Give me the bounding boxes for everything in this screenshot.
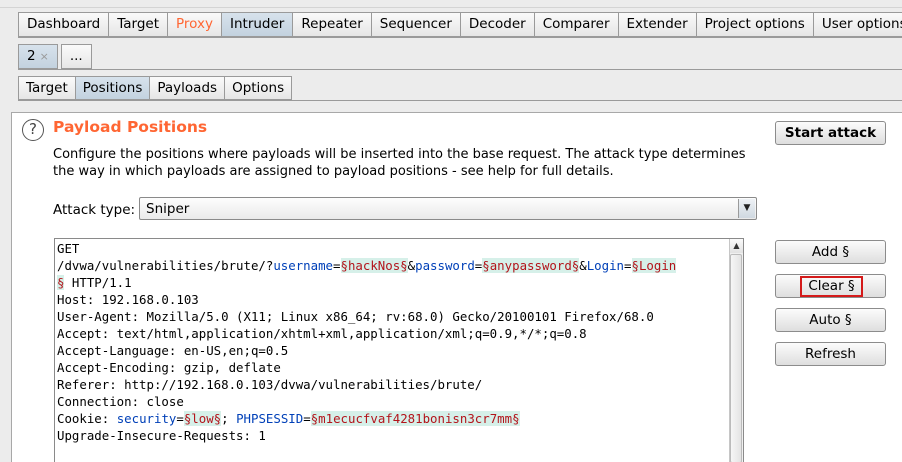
param-login-key: Login: [586, 258, 625, 273]
scroll-up-icon[interactable]: ▲: [729, 239, 743, 253]
intruder-pane-tabs: Target Positions Payloads Options: [18, 76, 293, 100]
pane-tab-divider: [18, 100, 902, 101]
main-tab-divider: [18, 37, 902, 38]
main-tab-bar: Dashboard Target Proxy Intruder Repeater…: [18, 12, 902, 37]
payload-positions-panel: ? Payload Positions Configure the positi…: [11, 112, 902, 462]
attack-tab-divider: [18, 69, 902, 70]
param-password-key: password: [415, 258, 475, 273]
tab-target[interactable]: Target: [108, 12, 169, 37]
payload-marker-session: §m1ecucfvaf4281bonisn3cr7mm§: [310, 411, 520, 426]
add-marker-button[interactable]: Add §: [775, 240, 886, 264]
payload-marker-password: §anypassword§: [482, 258, 580, 273]
header-connection: Connection: close: [57, 394, 184, 409]
tab-proxy-label: Proxy: [176, 16, 213, 32]
attack-type-value: Sniper: [146, 201, 190, 217]
payload-marker-login: §Login: [631, 258, 677, 273]
request-method: GET: [57, 241, 80, 256]
refresh-button[interactable]: Refresh: [775, 342, 886, 366]
header-cookie: Cookie:: [57, 411, 117, 426]
chevron-down-icon[interactable]: ▼: [738, 199, 755, 218]
close-icon[interactable]: ×: [40, 50, 49, 63]
attack-tab-label: 2: [27, 48, 36, 64]
tab-sequencer[interactable]: Sequencer: [370, 12, 461, 37]
tab-proxy[interactable]: Proxy: [167, 12, 222, 37]
tab-decoder[interactable]: Decoder: [459, 12, 535, 37]
payload-marker-security: §low§: [183, 411, 222, 426]
tab-comparer[interactable]: Comparer: [533, 12, 619, 37]
start-attack-button[interactable]: Start attack: [775, 121, 886, 145]
tab-intruder[interactable]: Intruder: [221, 12, 294, 37]
request-text[interactable]: GET /dvwa/vulnerabilities/brute/?usernam…: [57, 240, 729, 444]
clear-markers-button[interactable]: Clear §: [775, 274, 886, 298]
tab-extender[interactable]: Extender: [617, 12, 697, 37]
request-editor[interactable]: GET /dvwa/vulnerabilities/brute/?usernam…: [54, 238, 744, 462]
clear-markers-highlight: Clear §: [800, 276, 863, 297]
header-accept-encoding: Accept-Encoding: gzip, deflate: [57, 360, 281, 375]
editor-scroll-thumb[interactable]: [730, 254, 742, 462]
attack-type-label: Attack type:: [53, 202, 136, 218]
header-accept-language: Accept-Language: en-US,en;q=0.5: [57, 343, 289, 358]
param-username-key: username: [273, 258, 334, 273]
header-accept: Accept: text/html,application/xhtml+xml,…: [57, 326, 587, 341]
tab-user-options[interactable]: User options: [812, 12, 902, 37]
attack-tab-2[interactable]: 2 ×: [18, 44, 58, 69]
help-icon[interactable]: ?: [22, 119, 44, 141]
panel-description: Configure the positions where payloads w…: [53, 147, 746, 179]
pane-tab-options[interactable]: Options: [224, 76, 293, 100]
attack-tab-bar: 2 × ...: [18, 44, 95, 69]
request-path: /dvwa/vulnerabilities/brute/?: [57, 258, 274, 273]
panel-title: Payload Positions: [53, 118, 208, 136]
header-host: Host: 192.168.0.103: [57, 292, 199, 307]
request-protocol: HTTP/1.1: [64, 275, 132, 290]
cookie-security-key: security: [116, 411, 177, 426]
tab-repeater[interactable]: Repeater: [292, 12, 372, 37]
pane-tab-payloads[interactable]: Payloads: [149, 76, 226, 100]
window-top-strip: [0, 0, 902, 8]
pane-tab-positions[interactable]: Positions: [74, 76, 151, 100]
new-attack-tab-button[interactable]: ...: [60, 44, 92, 69]
header-referer: Referer: http://192.168.0.103/dvwa/vulne…: [57, 377, 483, 392]
auto-markers-button[interactable]: Auto §: [775, 308, 886, 332]
tab-dashboard[interactable]: Dashboard: [18, 12, 110, 37]
cookie-session-key: PHPSESSID: [236, 411, 304, 426]
attack-type-select[interactable]: Sniper ▼: [139, 197, 757, 220]
tab-project-options[interactable]: Project options: [695, 12, 814, 37]
header-upgrade-insecure: Upgrade-Insecure-Requests: 1: [57, 428, 266, 443]
pane-tab-target[interactable]: Target: [18, 76, 76, 100]
payload-marker-username: §hackNos§: [340, 258, 408, 273]
header-user-agent: User-Agent: Mozilla/5.0 (X11; Linux x86_…: [57, 309, 654, 324]
